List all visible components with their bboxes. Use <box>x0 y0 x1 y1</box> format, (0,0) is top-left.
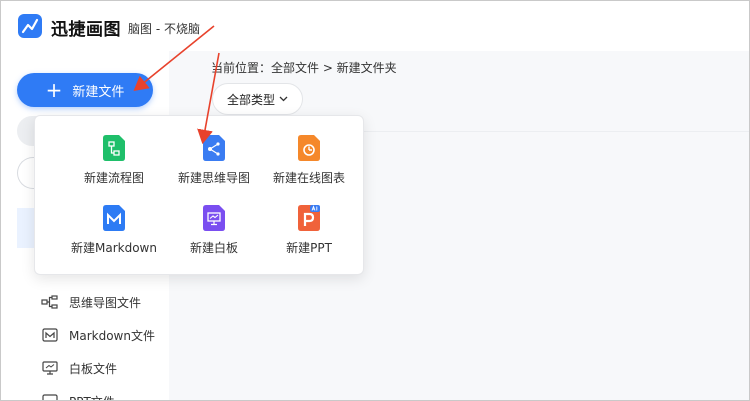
filter-label: 全部类型 <box>226 92 275 107</box>
menu-item-new-markdown[interactable]: 新建Markdown <box>59 205 169 256</box>
menu-item-label: 新建在线图表 <box>272 171 345 185</box>
menu-item-label: 新建PPT <box>286 241 332 255</box>
new-file-menu: 新建流程图 新建思维导图 新建在线图表 新建Markdown 新建白板 新建PP… <box>34 115 364 275</box>
whiteboard-icon <box>41 361 59 375</box>
plus-icon: + <box>45 78 63 102</box>
sidebar-item-label: PPT文件 <box>69 393 115 401</box>
ppt-icon <box>41 394 59 400</box>
top-header: 迅捷画图 脑图 - 不烧脑 <box>1 1 749 51</box>
flowchart-icon <box>103 135 125 161</box>
mindmap-icon <box>41 295 59 309</box>
new-file-button[interactable]: + 新建文件 <box>17 73 153 107</box>
app-logo-icon[interactable] <box>18 14 42 38</box>
ppt-icon <box>298 205 320 231</box>
chevron-down-icon <box>279 94 288 105</box>
markdown-icon <box>41 328 59 342</box>
sidebar-item-label: 思维导图文件 <box>69 295 142 310</box>
menu-item-label: 新建思维导图 <box>177 171 250 185</box>
menu-item-label: 新建白板 <box>189 241 238 255</box>
sidebar-item-whiteboard[interactable]: 白板文件 <box>41 358 117 378</box>
menu-item-new-mindmap[interactable]: 新建思维导图 <box>159 135 269 186</box>
sidebar-item-mindmap[interactable]: 思维导图文件 <box>41 292 141 312</box>
menu-item-label: 新建Markdown <box>71 241 157 255</box>
menu-item-new-online-chart[interactable]: 新建在线图表 <box>254 135 364 186</box>
menu-item-new-ppt[interactable]: 新建PPT <box>254 205 364 256</box>
sidebar-item-label: 白板文件 <box>69 361 118 376</box>
menu-item-label: 新建流程图 <box>83 171 144 185</box>
sidebar-item-ppt[interactable]: PPT文件 <box>41 391 115 401</box>
mindmap-icon <box>203 135 225 161</box>
app-window: 迅捷画图 脑图 - 不烧脑 + 新建文件 思维导图文件 Markdown文件 白… <box>0 0 750 401</box>
menu-item-new-whiteboard[interactable]: 新建白板 <box>159 205 269 256</box>
sidebar-item-label: Markdown文件 <box>69 328 155 343</box>
menu-item-new-flowchart[interactable]: 新建流程图 <box>59 135 169 186</box>
breadcrumb: 当前位置：全部文件 > 新建文件夹 <box>211 61 397 75</box>
whiteboard-icon <box>203 205 225 231</box>
new-file-label: 新建文件 <box>72 84 125 100</box>
sidebar-item-markdown[interactable]: Markdown文件 <box>41 325 155 345</box>
file-type-filter-dropdown[interactable]: 全部类型 <box>212 83 303 115</box>
chart-icon <box>298 135 320 161</box>
markdown-icon <box>103 205 125 231</box>
app-subtitle: 脑图 - 不烧脑 <box>128 22 200 36</box>
app-title: 迅捷画图 <box>51 20 121 40</box>
